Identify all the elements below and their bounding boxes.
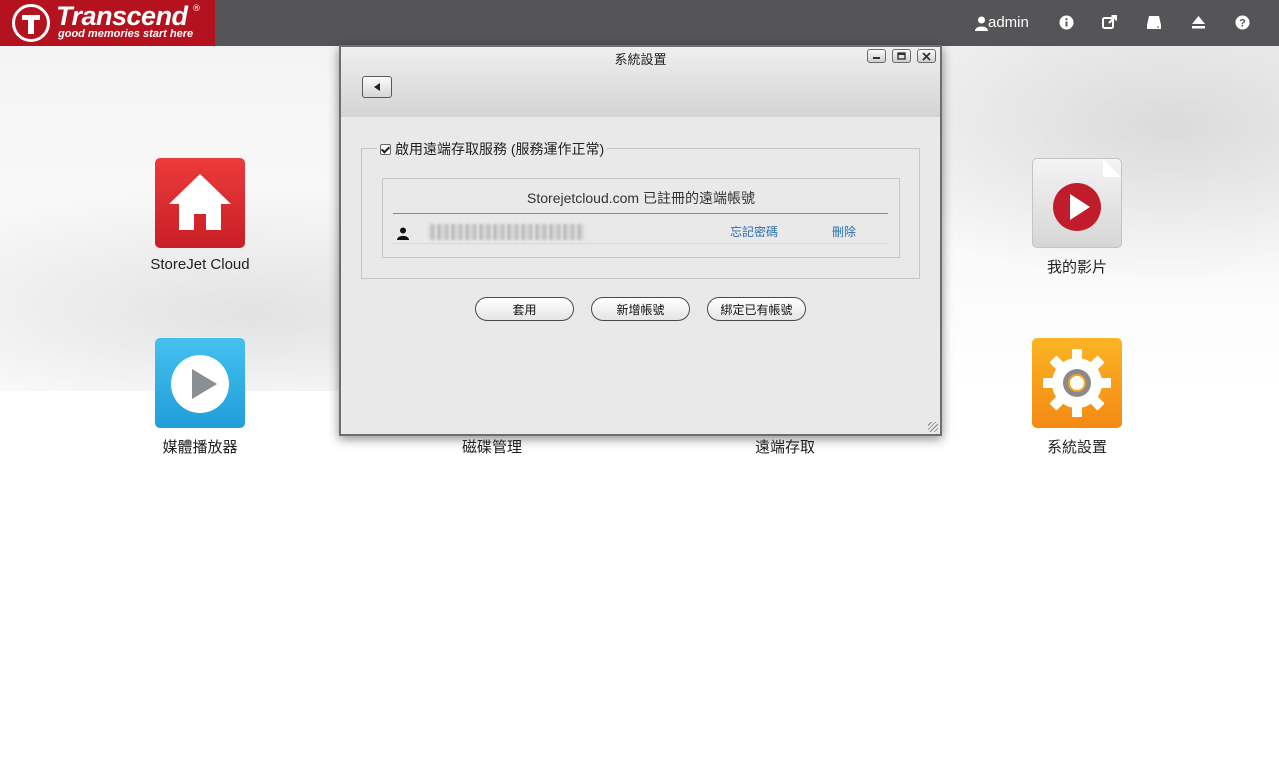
media-player-icon (155, 338, 245, 428)
app-label: 磁碟管理 (461, 439, 522, 456)
system-settings-window: 系統設置 啟用遠端存取服務 (服務運作正常) Storejetcloud.com… (339, 45, 942, 436)
app-label: StoreJet Cloud (150, 256, 250, 273)
window-header[interactable]: 系統設置 (341, 47, 940, 117)
delete-account-link[interactable]: 刪除 (832, 223, 856, 240)
app-system-settings[interactable]: 系統設置 (997, 338, 1157, 458)
top-bar: Transcend ® good memories start here adm… (0, 0, 1279, 46)
registered-accounts-heading: Storejetcloud.com 已註冊的遠端帳號 (527, 190, 755, 206)
app-label: 我的影片 (1046, 259, 1107, 276)
drive-icon[interactable] (1144, 12, 1164, 32)
logo-registered: ® (192, 4, 201, 14)
external-link-icon[interactable] (1100, 12, 1120, 32)
user-name: admin (988, 14, 1029, 31)
resize-grip-icon[interactable] (928, 422, 938, 432)
divider (393, 213, 888, 214)
registered-accounts-panel: Storejetcloud.com 已註冊的遠端帳號 忘記密碼 刪除 (382, 178, 900, 258)
logo-name: Transcend (56, 1, 188, 31)
user-menu[interactable]: admin (975, 11, 1029, 35)
window-title: 系統設置 (614, 52, 667, 67)
divider (393, 243, 888, 244)
user-icon (397, 225, 411, 240)
enable-remote-access-label: 啟用遠端存取服務 (服務運作正常) (395, 141, 605, 157)
close-icon[interactable] (917, 49, 936, 63)
app-media-player[interactable]: 媒體播放器 (120, 338, 280, 458)
app-label: 媒體播放器 (162, 439, 238, 456)
info-icon[interactable] (1056, 12, 1076, 32)
bind-account-button[interactable]: 綁定已有帳號 (707, 297, 806, 321)
remote-access-legend: 啟用遠端存取服務 (服務運作正常) (377, 140, 608, 158)
enable-remote-access-checkbox[interactable] (380, 143, 391, 155)
new-account-button[interactable]: 新增帳號 (591, 297, 690, 321)
minimize-icon[interactable] (867, 49, 886, 63)
back-button[interactable] (362, 76, 392, 98)
video-play-icon (1032, 158, 1122, 248)
app-my-videos[interactable]: 我的影片 (997, 158, 1157, 278)
eject-icon[interactable] (1188, 12, 1208, 32)
forgot-password-link[interactable]: 忘記密碼 (730, 223, 778, 240)
app-label: 遠端存取 (754, 439, 815, 456)
logo-mark-icon (12, 4, 50, 42)
app-label: 系統設置 (1046, 439, 1107, 456)
gear-icon (1032, 338, 1122, 428)
help-icon[interactable]: ? (1232, 12, 1252, 32)
user-icon (975, 16, 988, 31)
back-arrow-icon (374, 83, 380, 91)
logo-tagline: good memories start here (58, 28, 194, 40)
svg-text:?: ? (1239, 17, 1246, 29)
apply-button[interactable]: 套用 (475, 297, 574, 321)
app-storejet-cloud[interactable]: StoreJet Cloud (120, 158, 280, 278)
home-icon (155, 158, 245, 248)
maximize-icon[interactable] (892, 49, 911, 63)
transcend-logo: Transcend ® good memories start here (0, 0, 215, 46)
account-email-redacted (429, 224, 584, 240)
